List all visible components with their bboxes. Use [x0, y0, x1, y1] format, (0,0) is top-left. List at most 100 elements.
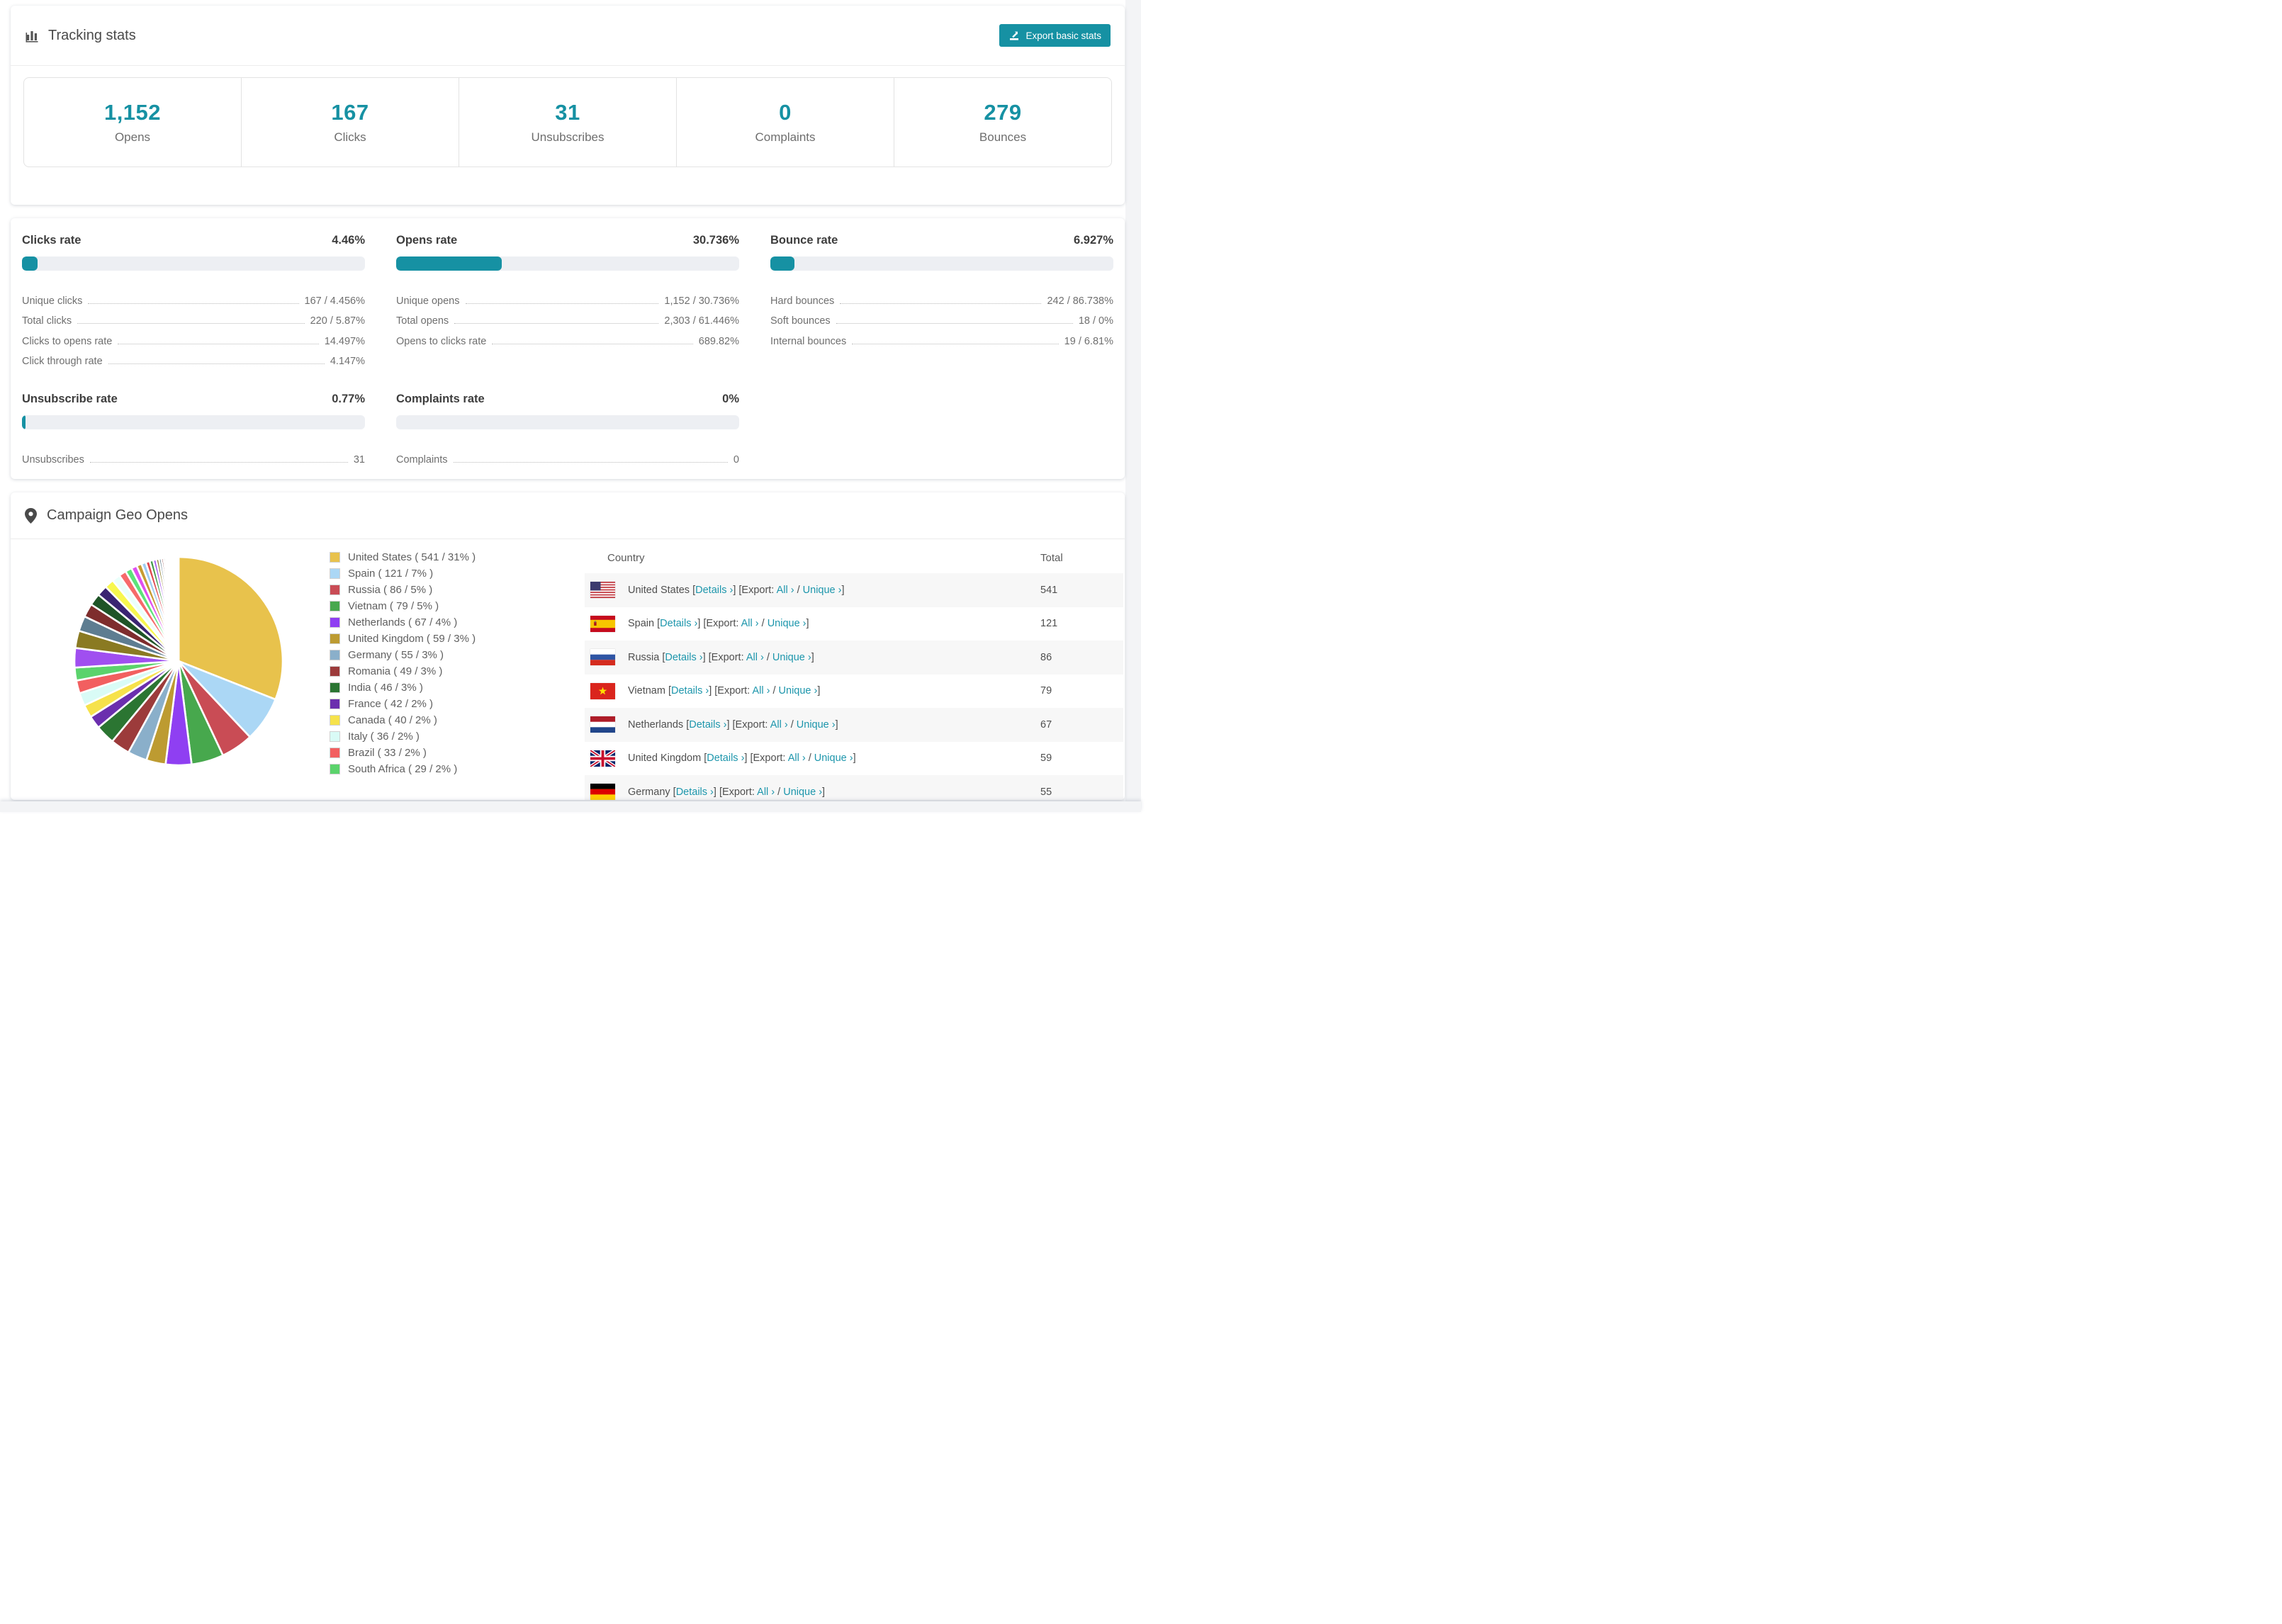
legend-label: United Kingdom ( 59 / 3% ) — [348, 633, 476, 645]
progress-track — [396, 415, 739, 429]
country-name: Netherlands — [628, 718, 684, 731]
details-link[interactable]: Details › — [671, 685, 709, 697]
legend-label: France ( 42 / 2% ) — [348, 698, 434, 710]
legend-item: United States ( 541 / 31% ) — [330, 549, 476, 565]
stat-cell: 167 Clicks — [241, 78, 459, 167]
legend-label: Germany ( 55 / 3% ) — [348, 649, 444, 661]
country-name: Russia — [628, 651, 660, 663]
export-unique-link[interactable]: Unique › — [803, 585, 842, 596]
detail-value: 689.82% — [698, 335, 739, 347]
rate-block: Bounce rate 6.927% Hard bounces 242 / 86.73… — [770, 234, 1113, 367]
legend-swatch — [330, 617, 340, 628]
stat-value: 279 — [984, 100, 1022, 125]
legend-item: Canada ( 40 / 2% ) — [330, 712, 476, 728]
legend-item: France ( 42 / 2% ) — [330, 696, 476, 712]
progress-track — [22, 256, 365, 271]
legend-item: Italy ( 36 / 2% ) — [330, 728, 476, 745]
legend-item: Russia ( 86 / 5% ) — [330, 582, 476, 598]
rate-head: Opens rate 30.736% — [396, 234, 739, 247]
dotted-leader — [88, 303, 299, 304]
export-unique-link[interactable]: Unique › — [779, 685, 818, 697]
progress-fill — [22, 256, 38, 271]
export-unique-link[interactable]: Unique › — [772, 652, 811, 663]
legend-item: Brazil ( 33 / 2% ) — [330, 745, 476, 761]
legend-swatch — [330, 748, 340, 758]
stat-cell: 1,152 Opens — [24, 78, 241, 167]
summary-stats-row: 1,152 Opens 167 Clicks 31 Unsubscribes 0 Compla… — [23, 77, 1112, 167]
legend-swatch — [330, 699, 340, 709]
rate-head: Unsubscribe rate 0.77% — [22, 393, 365, 406]
dotted-leader — [836, 323, 1073, 324]
export-all-link[interactable]: All › — [757, 786, 775, 798]
table-row: Spain [Details ›] [Export: All › / Uniqu… — [585, 607, 1123, 641]
table-row: United States [Details ›] [Export: All ›… — [585, 573, 1123, 607]
export-unique-link[interactable]: Unique › — [814, 752, 853, 764]
country-flag-us — [590, 582, 615, 599]
stat-label: Unsubscribes — [531, 130, 605, 144]
stat-value: 167 — [331, 100, 369, 125]
export-unique-link[interactable]: Unique › — [797, 719, 836, 731]
details-link[interactable]: Details › — [660, 618, 697, 629]
legend-label: Russia ( 86 / 5% ) — [348, 584, 433, 596]
detail-label: Click through rate — [22, 356, 103, 367]
legend-label: South Africa ( 29 / 2% ) — [348, 763, 458, 775]
country-cell: United States [Details ›] [Export: All ›… — [585, 582, 1040, 599]
country-cell: Germany [Details ›] [Export: All › / Uni… — [585, 784, 1040, 800]
rate-rows: Complaints 0 — [396, 445, 739, 466]
country-cell: Spain [Details ›] [Export: All › / Uniqu… — [585, 615, 1040, 632]
rate-block: Opens rate 30.736% Unique opens 1,152 / 30.… — [396, 234, 739, 367]
detail-value: 1,152 / 30.736% — [664, 295, 739, 307]
country-links: United States [Details ›] [Export: All ›… — [628, 584, 845, 596]
details-link[interactable]: Details › — [695, 585, 733, 596]
detail-row: Hard bounces 242 / 86.738% — [770, 286, 1113, 307]
rate-head: Complaints rate 0% — [396, 393, 739, 406]
export-all-link[interactable]: All › — [788, 752, 806, 764]
legend-item: Netherlands ( 67 / 4% ) — [330, 614, 476, 631]
export-unique-link[interactable]: Unique › — [783, 786, 822, 798]
stat-label: Clicks — [334, 130, 366, 144]
progress-fill — [396, 256, 502, 271]
legend-item: United Kingdom ( 59 / 3% ) — [330, 631, 476, 647]
rate-title: Opens rate — [396, 234, 458, 247]
dotted-leader — [89, 461, 348, 463]
export-all-link[interactable]: All › — [770, 719, 788, 731]
details-link[interactable]: Details › — [676, 786, 714, 798]
legend-label: Netherlands ( 67 / 4% ) — [348, 616, 458, 628]
tracking-stats-card: Tracking stats Export basic stats 1,152 O… — [11, 6, 1125, 205]
rate-rows: Unique clicks 167 / 4.456% Total clicks 220… — [22, 286, 365, 368]
stat-label: Opens — [114, 130, 151, 144]
detail-value: 18 / 0% — [1078, 315, 1113, 327]
detail-value: 220 / 5.87% — [310, 315, 365, 327]
dotted-leader — [840, 303, 1042, 304]
export-all-link[interactable]: All › — [746, 652, 764, 663]
details-link[interactable]: Details › — [689, 719, 726, 731]
export-all-link[interactable]: All › — [741, 618, 759, 629]
details-link[interactable]: Details › — [707, 752, 744, 764]
dotted-leader — [454, 323, 659, 324]
stat-cell: 0 Complaints — [676, 78, 894, 167]
detail-label: Complaints — [396, 453, 448, 466]
rate-title: Complaints rate — [396, 393, 485, 405]
details-link[interactable]: Details › — [665, 652, 702, 663]
detail-label: Internal bounces — [770, 335, 847, 347]
export-label: [Export: — [703, 618, 739, 630]
pie-legend: United States ( 541 / 31% ) Spain ( 121 /… — [330, 549, 476, 777]
detail-label: Opens to clicks rate — [396, 335, 487, 347]
export-unique-link[interactable]: Unique › — [768, 618, 806, 629]
export-all-link[interactable]: All › — [752, 685, 770, 697]
legend-swatch — [330, 568, 340, 579]
rate-value: 4.46% — [332, 234, 365, 247]
legend-swatch — [330, 764, 340, 774]
country-name: Vietnam — [628, 685, 665, 697]
country-cell: Russia [Details ›] [Export: All › / Uniq… — [585, 649, 1040, 666]
export-all-link[interactable]: All › — [777, 585, 794, 596]
export-basic-stats-button[interactable]: Export basic stats — [999, 24, 1111, 47]
legend-label: Brazil ( 33 / 2% ) — [348, 747, 427, 759]
rate-title: Bounce rate — [770, 234, 838, 247]
geo-table: Country Total United States [Details ›] … — [585, 542, 1123, 800]
campaign-geo-opens-card: Campaign Geo Opens United States ( 541 /… — [11, 492, 1125, 800]
rate-title: Clicks rate — [22, 234, 82, 247]
legend-item: Romania ( 49 / 3% ) — [330, 663, 476, 680]
slash: / — [761, 618, 765, 630]
legend-swatch — [330, 633, 340, 644]
